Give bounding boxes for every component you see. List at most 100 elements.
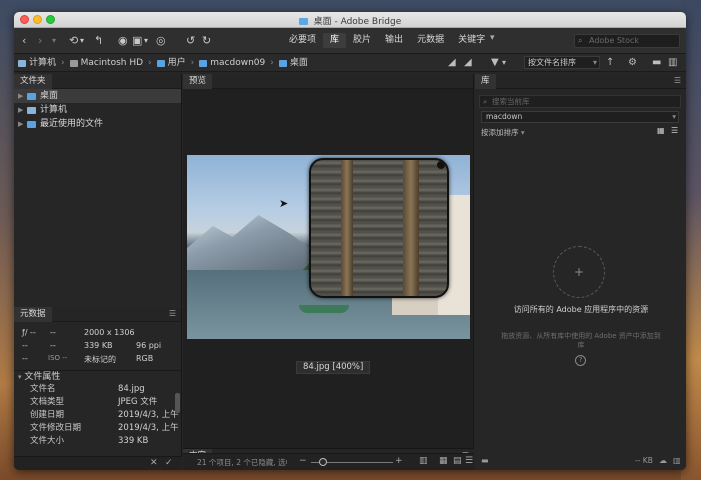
- workspace-tab-keywords[interactable]: 关键字: [451, 33, 492, 48]
- library-sort[interactable]: 按添加排序 ▾: [481, 127, 525, 138]
- zoom-in-icon[interactable]: +: [395, 456, 403, 466]
- folder-item-recent[interactable]: ▶ 最近使用的文件: [14, 117, 181, 131]
- view-details-icon[interactable]: ▤: [453, 456, 462, 466]
- library-size: -- KB: [635, 456, 653, 465]
- view-list-icon[interactable]: ☰: [465, 456, 473, 466]
- open-in-camera-raw-icon[interactable]: ◎: [156, 34, 166, 47]
- color-mode-value: RGB: [136, 354, 154, 363]
- add-content-button[interactable]: +: [553, 246, 605, 298]
- chevron-right-icon[interactable]: ▶: [18, 117, 27, 131]
- slider-knob[interactable]: [319, 458, 327, 466]
- library-search-input[interactable]: ⌕ 搜索当前库: [479, 95, 681, 108]
- chevron-down-icon[interactable]: ▾: [502, 54, 506, 72]
- tab-folders[interactable]: 文件夹: [14, 74, 52, 89]
- iso-value: ISO --: [48, 354, 68, 362]
- library-select[interactable]: macdown ▾: [481, 111, 679, 123]
- rotate-left-icon[interactable]: ↺: [186, 34, 195, 47]
- folder-icon: [278, 59, 287, 67]
- folder-icon: [298, 18, 308, 25]
- prop-row: 文档类型 JPEG 文件: [30, 397, 158, 407]
- rotate-right-icon[interactable]: ↻: [202, 34, 211, 47]
- prop-row: 创建日期 2019/4/3, 上午: [30, 410, 179, 420]
- return-icon[interactable]: ↰: [94, 34, 103, 47]
- workspace-menu-icon[interactable]: ▾: [490, 33, 495, 43]
- close-icon[interactable]: ✕: [150, 458, 158, 468]
- dimensions-value: 2000 x 1306: [84, 328, 135, 337]
- refine-icon[interactable]: ▣: [132, 34, 142, 47]
- view-thumbnails-icon[interactable]: ▦: [439, 456, 448, 466]
- sort-direction-icon[interactable]: ↑: [606, 54, 614, 72]
- preview-panel: 预览 ➤ 84.jpg [400%] 内容 ☰: [183, 74, 474, 470]
- help-icon[interactable]: ?: [575, 355, 586, 366]
- library-panel: 库 ☰ ⌕ 搜索当前库 macdown ▾ 按添加排序 ▾ ▦ ☰ + 访问所有…: [475, 74, 686, 470]
- workspace-tab-filmstrip[interactable]: 胶片: [346, 33, 378, 48]
- size-value: 339 KB: [84, 341, 113, 350]
- back-icon[interactable]: ‹: [22, 34, 26, 47]
- open-recent-icon[interactable]: ⚙: [628, 54, 637, 72]
- forward-icon[interactable]: ›: [38, 34, 42, 47]
- panel-menu-icon[interactable]: ☰: [169, 310, 176, 318]
- filter-icon[interactable]: ▼: [491, 54, 499, 72]
- breadcrumb-desktop[interactable]: 桌面: [278, 54, 308, 72]
- search-input[interactable]: ⌕ Adobe Stock: [574, 34, 680, 48]
- quality-icon[interactable]: ◢: [448, 54, 456, 72]
- fstop-value: ƒ/ --: [22, 328, 36, 337]
- chevron-down-icon[interactable]: ▾: [144, 34, 148, 47]
- disk-icon: [69, 59, 78, 67]
- chevron-right-icon[interactable]: ▶: [18, 103, 27, 117]
- metadata-footer: ✕ ✓: [14, 456, 182, 470]
- view-grid-lock-icon[interactable]: ▥: [419, 456, 428, 466]
- prop-row: 文件修改日期 2019/4/3, 上午: [30, 423, 179, 433]
- folder-item-computer[interactable]: ▶ 计算机: [14, 103, 181, 117]
- preview-caption: 84.jpg [400%]: [296, 361, 371, 374]
- metadata-panel: 元数据 ☰ ƒ/ -- -- 2000 x 1306 -- -- 339 KB …: [14, 307, 182, 470]
- breadcrumb-home[interactable]: macdown09: [199, 54, 265, 72]
- chevron-right-icon: ›: [148, 58, 152, 68]
- cursor-icon: ➤: [279, 197, 289, 210]
- trash-icon[interactable]: ▥: [673, 456, 681, 465]
- sort-select[interactable]: 按文件名排序 ▾: [524, 56, 600, 69]
- thumbnail-quality-icon[interactable]: ◢: [464, 54, 472, 72]
- check-icon[interactable]: ✓: [165, 458, 173, 468]
- chevron-down-icon: ▾: [672, 112, 676, 121]
- computer-icon: [27, 106, 36, 114]
- cloud-icon[interactable]: ☁: [659, 456, 667, 465]
- camera-icon[interactable]: ◉: [118, 34, 128, 47]
- breadcrumb-computer[interactable]: 计算机: [18, 54, 56, 72]
- chevron-down-icon[interactable]: ▾: [52, 34, 56, 47]
- preview-image[interactable]: ➤: [187, 155, 470, 339]
- grid-view-icon[interactable]: ▦: [657, 126, 665, 135]
- zoom-out-icon[interactable]: −: [299, 456, 307, 466]
- workspace-tab-libraries[interactable]: 库: [323, 33, 347, 48]
- status-text: 21 个项目, 2 个已隐藏, 选中 1 个 - 339 KB: [197, 458, 287, 467]
- panel-menu-icon[interactable]: ☰: [674, 77, 681, 85]
- folder-icon: [199, 59, 208, 67]
- workspace-tab-essentials[interactable]: 必要项: [282, 33, 323, 48]
- workspace-tab-metadata[interactable]: 元数据: [410, 33, 451, 48]
- scrollbar[interactable]: [175, 393, 180, 413]
- prop-row: 文件名 84.jpg: [30, 384, 145, 394]
- trash-icon[interactable]: ▥: [668, 54, 677, 72]
- recent-history-icon[interactable]: ⟲: [69, 34, 78, 47]
- chevron-right-icon: ›: [270, 58, 274, 68]
- folder-icon[interactable]: ▬: [481, 456, 489, 465]
- new-folder-icon[interactable]: ▬: [652, 54, 661, 72]
- workspace-tabs: 必要项 库 胶片 输出 元数据 关键字: [282, 33, 492, 48]
- chevron-right-icon[interactable]: ▶: [18, 89, 27, 103]
- loupe-magnifier[interactable]: [309, 158, 449, 298]
- status-bar: 21 个项目, 2 个已隐藏, 选中 1 个 - 339 KB − + ▥ ▦ …: [183, 453, 474, 470]
- workspace-tab-output[interactable]: 输出: [378, 33, 410, 48]
- chevron-down-icon[interactable]: ▾: [80, 34, 84, 47]
- tab-library[interactable]: 库: [475, 74, 496, 89]
- folder-icon: [27, 120, 36, 128]
- tab-metadata[interactable]: 元数据: [14, 307, 52, 322]
- folder-item-desktop[interactable]: ▶ 桌面: [14, 89, 181, 103]
- list-view-icon[interactable]: ☰: [671, 126, 678, 135]
- file-properties-header[interactable]: ▾ 文件属性: [14, 370, 181, 383]
- folder-icon: [27, 92, 36, 100]
- close-icon[interactable]: [437, 161, 445, 169]
- tab-preview[interactable]: 预览: [183, 74, 213, 89]
- breadcrumb-macintosh-hd[interactable]: Macintosh HD: [69, 54, 143, 72]
- computer-icon: [18, 59, 26, 67]
- breadcrumb-users[interactable]: 用户: [156, 54, 186, 72]
